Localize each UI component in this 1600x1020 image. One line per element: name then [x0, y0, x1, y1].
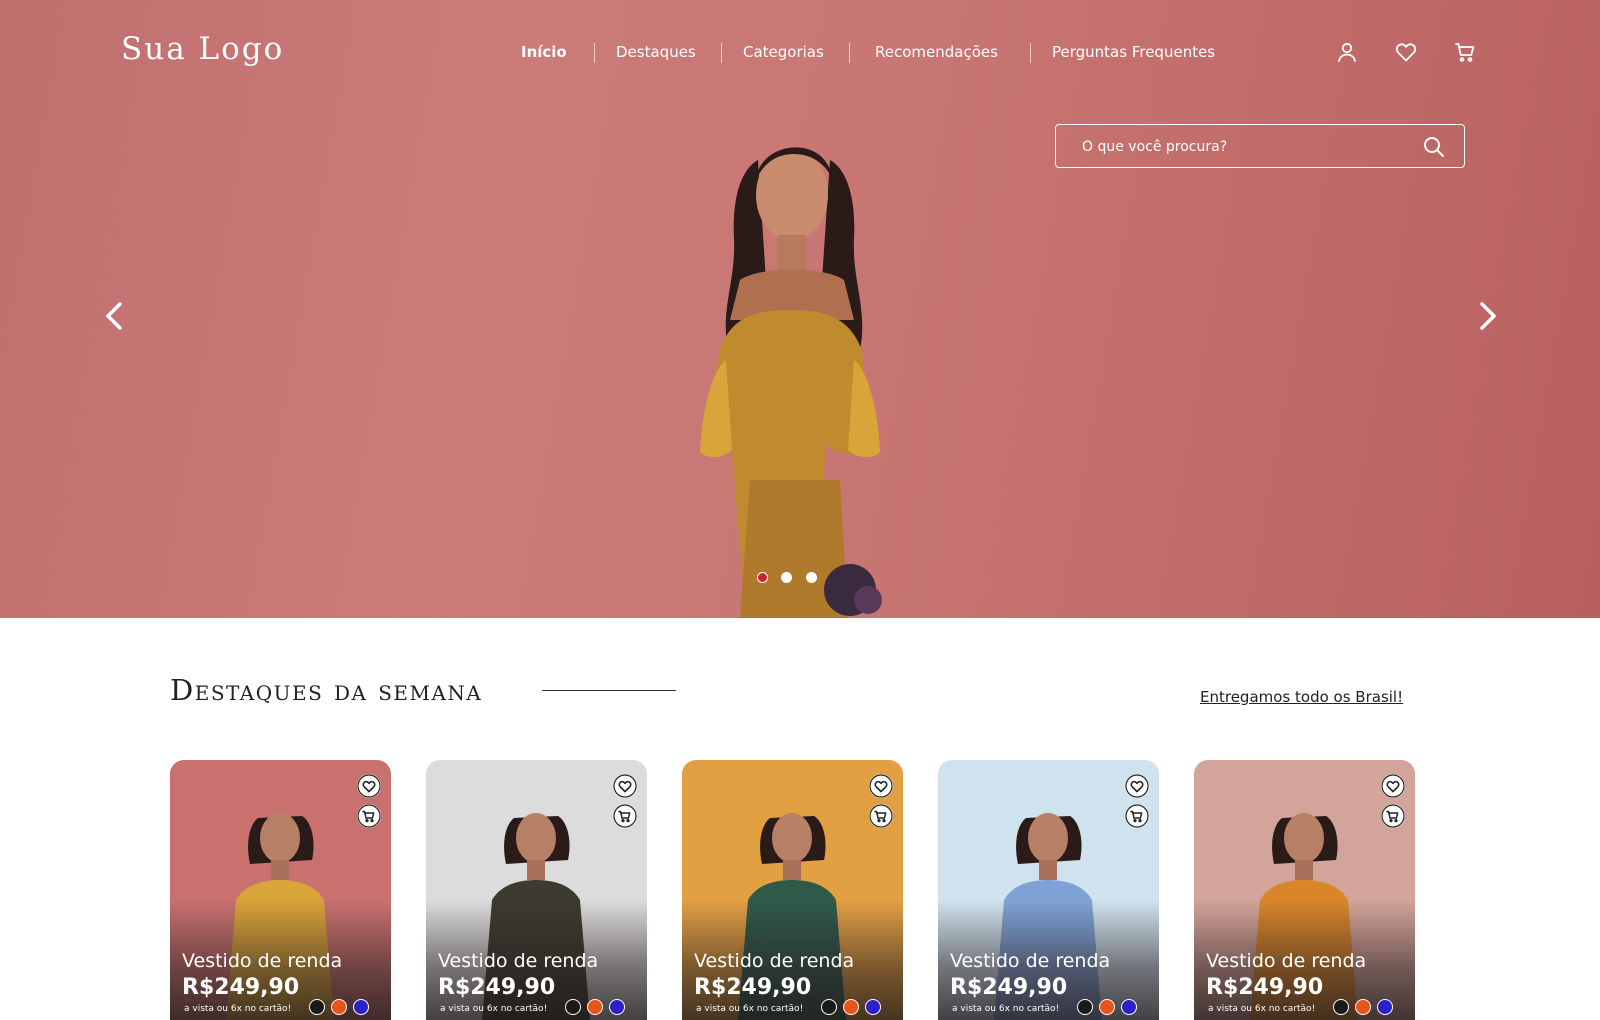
search-input[interactable] [1080, 136, 1404, 158]
slider-dot-3[interactable] [806, 572, 817, 583]
heart-icon[interactable] [1394, 40, 1418, 64]
color-swatches [565, 999, 637, 1017]
product-payment-terms: a vista ou 6x no cartão! [696, 1004, 804, 1014]
product-name[interactable]: Vestido de renda [950, 950, 1110, 972]
color-swatch[interactable] [309, 999, 325, 1015]
add-to-cart-icon[interactable] [357, 804, 381, 828]
nav-divider [849, 43, 850, 63]
color-swatch[interactable] [843, 999, 859, 1015]
product-payment-terms: a vista ou 6x no cartão! [1208, 1004, 1316, 1014]
slider-dot-1[interactable] [757, 572, 768, 583]
logo[interactable]: Sua Logo [121, 31, 284, 67]
product-name[interactable]: Vestido de renda [1206, 950, 1366, 972]
color-swatch[interactable] [353, 999, 369, 1015]
add-to-cart-icon[interactable] [1125, 804, 1149, 828]
slider-dot-2[interactable] [781, 572, 792, 583]
cart-icon[interactable] [1453, 40, 1477, 64]
nav-item-categorias[interactable]: Categorias [743, 43, 824, 61]
favorite-icon[interactable] [357, 774, 381, 798]
nav-divider [1030, 43, 1031, 63]
color-swatches [309, 999, 381, 1017]
color-swatch[interactable] [1355, 999, 1371, 1015]
favorite-icon[interactable] [869, 774, 893, 798]
product-name[interactable]: Vestido de renda [694, 950, 854, 972]
search-box [1055, 124, 1465, 168]
hero-model-image [700, 147, 882, 618]
nav-item-inicio[interactable]: Início [521, 43, 567, 61]
favorite-icon[interactable] [1125, 774, 1149, 798]
shipping-link[interactable]: Entregamos todo os Brasil! [1200, 688, 1403, 706]
favorite-icon[interactable] [1381, 774, 1405, 798]
product-price: R$249,90 [950, 975, 1068, 1000]
product-card[interactable]: Vestido de renda R$249,90 a vista ou 6x … [938, 760, 1159, 1020]
hero-banner: Sua Logo Início Destaques Categorias Rec… [0, 0, 1600, 618]
product-card[interactable]: Vestido de renda R$249,90 a vista ou 6x … [682, 760, 903, 1020]
add-to-cart-icon[interactable] [869, 804, 893, 828]
product-payment-terms: a vista ou 6x no cartão! [440, 1004, 548, 1014]
product-price: R$249,90 [1206, 975, 1324, 1000]
color-swatch[interactable] [1333, 999, 1349, 1015]
user-icon[interactable] [1335, 40, 1359, 64]
add-to-cart-icon[interactable] [613, 804, 637, 828]
favorite-icon[interactable] [613, 774, 637, 798]
color-swatch[interactable] [331, 999, 347, 1015]
color-swatch[interactable] [1121, 999, 1137, 1015]
color-swatch[interactable] [1099, 999, 1115, 1015]
product-payment-terms: a vista ou 6x no cartão! [184, 1004, 292, 1014]
slider-next-arrow[interactable] [1472, 296, 1502, 336]
color-swatches [1333, 999, 1405, 1017]
nav-item-recomendacoes[interactable]: Recomendações [875, 43, 998, 61]
color-swatches [1077, 999, 1149, 1017]
color-swatches [821, 999, 893, 1017]
nav-item-perguntas-frequentes[interactable]: Perguntas Frequentes [1052, 43, 1215, 61]
product-price: R$249,90 [182, 975, 300, 1000]
search-icon[interactable] [1422, 135, 1446, 159]
nav-divider [594, 43, 595, 63]
product-card[interactable]: Vestido de renda R$249,90 a vista ou 6x … [1194, 760, 1415, 1020]
color-swatch[interactable] [865, 999, 881, 1015]
product-payment-terms: a vista ou 6x no cartão! [952, 1004, 1060, 1014]
color-swatch[interactable] [1077, 999, 1093, 1015]
product-price: R$249,90 [694, 975, 812, 1000]
color-swatch[interactable] [565, 999, 581, 1015]
product-card[interactable]: Vestido de renda R$249,90 a vista ou 6x … [170, 760, 391, 1020]
section-title: Destaques da semana [170, 673, 483, 707]
product-price: R$249,90 [438, 975, 556, 1000]
product-card[interactable]: Vestido de renda R$249,90 a vista ou 6x … [426, 760, 647, 1020]
nav-divider [721, 43, 722, 63]
slider-prev-arrow[interactable] [100, 296, 130, 336]
product-name[interactable]: Vestido de renda [182, 950, 342, 972]
color-swatch[interactable] [821, 999, 837, 1015]
title-divider [542, 690, 676, 691]
color-swatch[interactable] [587, 999, 603, 1015]
add-to-cart-icon[interactable] [1381, 804, 1405, 828]
product-name[interactable]: Vestido de renda [438, 950, 598, 972]
color-swatch[interactable] [1377, 999, 1393, 1015]
color-swatch[interactable] [609, 999, 625, 1015]
nav-item-destaques[interactable]: Destaques [616, 43, 696, 61]
